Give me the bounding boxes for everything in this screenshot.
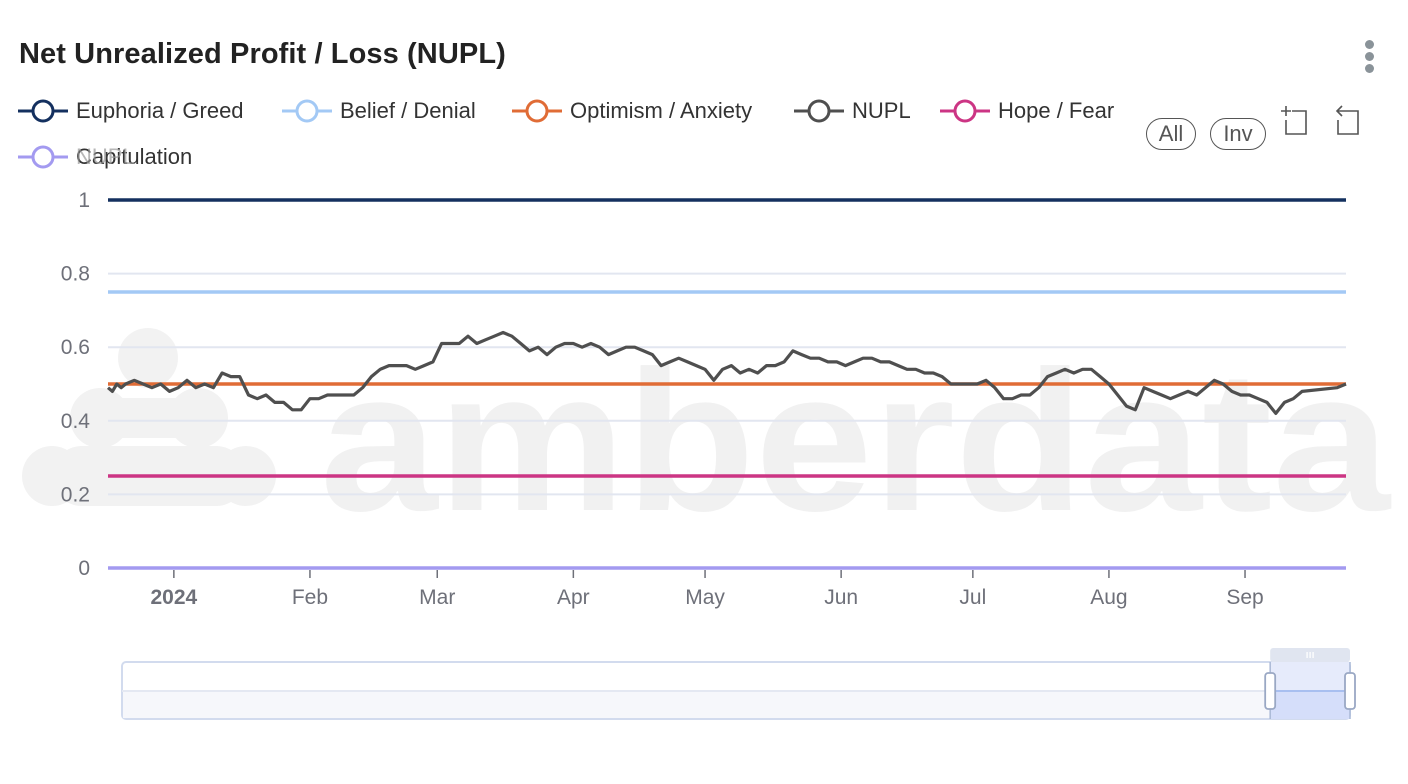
y-tick-label: 0.2 [61, 483, 90, 506]
x-tick-label: Aug [1090, 586, 1127, 609]
y-tick-label: 0.4 [61, 410, 91, 433]
watermark: amberdata [22, 328, 1392, 553]
slider-selected-range[interactable] [1270, 662, 1350, 691]
x-tick-label: Mar [419, 586, 455, 609]
x-tick-label: 2024 [150, 586, 197, 609]
x-tick-label: Jun [824, 586, 858, 609]
x-tick-label: Apr [557, 586, 590, 609]
x-tick-label: Jul [959, 586, 986, 609]
y-tick-label: 0.6 [61, 336, 90, 359]
x-tick-label: Feb [292, 586, 328, 609]
y-tick-label: 1 [78, 189, 90, 212]
y-axis: 0 0.2 0.4 0.6 0.8 1 [61, 189, 91, 580]
watermark-text: amberdata [320, 330, 1392, 553]
slider-preview-area [123, 691, 1349, 718]
data-zoom-slider[interactable] [121, 648, 1356, 720]
y-tick-label: 0.8 [61, 263, 90, 286]
x-tick-label: Sep [1226, 586, 1263, 609]
x-tick-label: May [685, 586, 725, 609]
x-axis: 2024 Feb Mar Apr May Jun Jul Aug Sep [150, 570, 1264, 609]
chart-canvas: amberdata 0 0.2 0.4 0.6 0.8 1 2024 Feb Mar Apr Ma… [22, 189, 1392, 720]
slider-selected-preview [1270, 691, 1350, 719]
slider-end-handle[interactable] [1344, 672, 1356, 710]
y-tick-label: 0 [78, 557, 90, 580]
slider-start-handle[interactable] [1264, 672, 1277, 710]
